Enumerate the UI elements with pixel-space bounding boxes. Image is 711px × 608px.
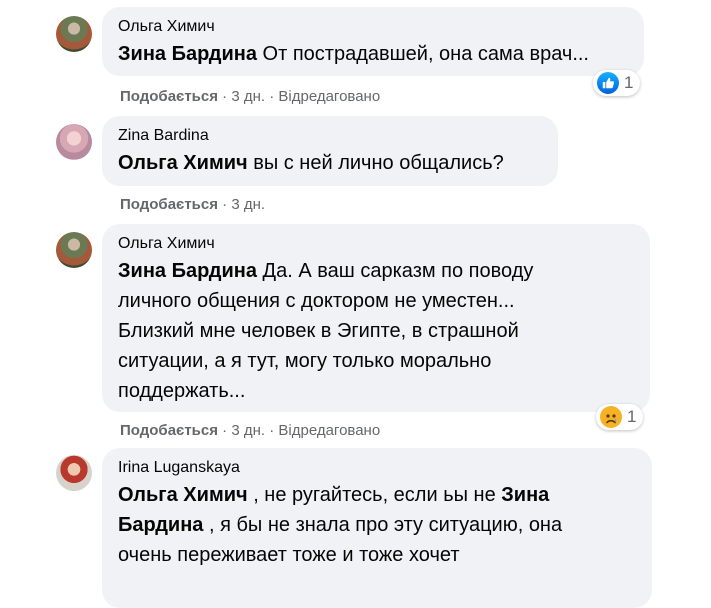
like-button[interactable]: Подобається [120, 422, 218, 439]
reaction-summary[interactable]: 1 [596, 404, 644, 430]
mention-link[interactable]: Зина [501, 484, 549, 506]
mention-link[interactable]: Зина Бардина [118, 43, 257, 65]
timestamp[interactable]: 3 дн. [231, 422, 265, 439]
edited-label: Відредаговано [278, 88, 381, 105]
timestamp[interactable]: 3 дн. [231, 88, 265, 105]
comment-bubble: Ольга Химич Зина Бардина От пострадавшей… [102, 7, 644, 76]
sad-face-icon [600, 406, 622, 428]
edited-label: Відредаговано [278, 422, 381, 439]
mention-link[interactable]: Бардина [118, 514, 203, 536]
comment-author[interactable]: Ольга Химич [118, 17, 628, 37]
mention-link[interactable]: Ольга Химич [118, 152, 248, 174]
comment-text: Ольга Химич вы с ней лично общались? [118, 152, 504, 174]
avatar[interactable] [56, 455, 92, 491]
like-button[interactable]: Подобається [120, 196, 218, 213]
comment-actions: Подобається · 3 дн. · Відредаговано [120, 422, 381, 439]
comment-bubble: Irina Luganskaya Ольга Химич , не ругайт… [102, 448, 652, 608]
thumbs-up-icon [597, 72, 619, 94]
comment-author[interactable]: Irina Luganskaya [118, 458, 636, 478]
avatar[interactable] [56, 232, 92, 268]
reaction-count: 1 [627, 407, 637, 426]
comment-author[interactable]: Zina Bardina [118, 126, 542, 146]
comment-text: Зина Бардина Да. А ваш сарказм по поводу… [118, 260, 534, 402]
timestamp[interactable]: 3 дн. [231, 196, 265, 213]
avatar[interactable] [56, 16, 92, 52]
reaction-count: 1 [624, 73, 634, 92]
avatar[interactable] [56, 124, 92, 160]
mention-link[interactable]: Ольга Химич [118, 484, 248, 506]
reaction-summary[interactable]: 1 [593, 70, 641, 96]
comment-text: Зина Бардина От пострадавшей, она сама в… [118, 43, 589, 65]
comment-bubble: Zina Bardina Ольга Химич вы с ней лично … [102, 116, 558, 186]
comment-bubble: Ольга Химич Зина Бардина Да. А ваш сарка… [102, 224, 650, 412]
like-button[interactable]: Подобається [120, 88, 218, 105]
comment-author[interactable]: Ольга Химич [118, 234, 634, 254]
comment-actions: Подобається · 3 дн. · Відредаговано [120, 88, 381, 105]
comment-actions: Подобається · 3 дн. [120, 196, 266, 213]
mention-link[interactable]: Зина Бардина [118, 260, 257, 282]
comment-text: Ольга Химич , не ругайтесь, если ьы не З… [118, 484, 563, 566]
